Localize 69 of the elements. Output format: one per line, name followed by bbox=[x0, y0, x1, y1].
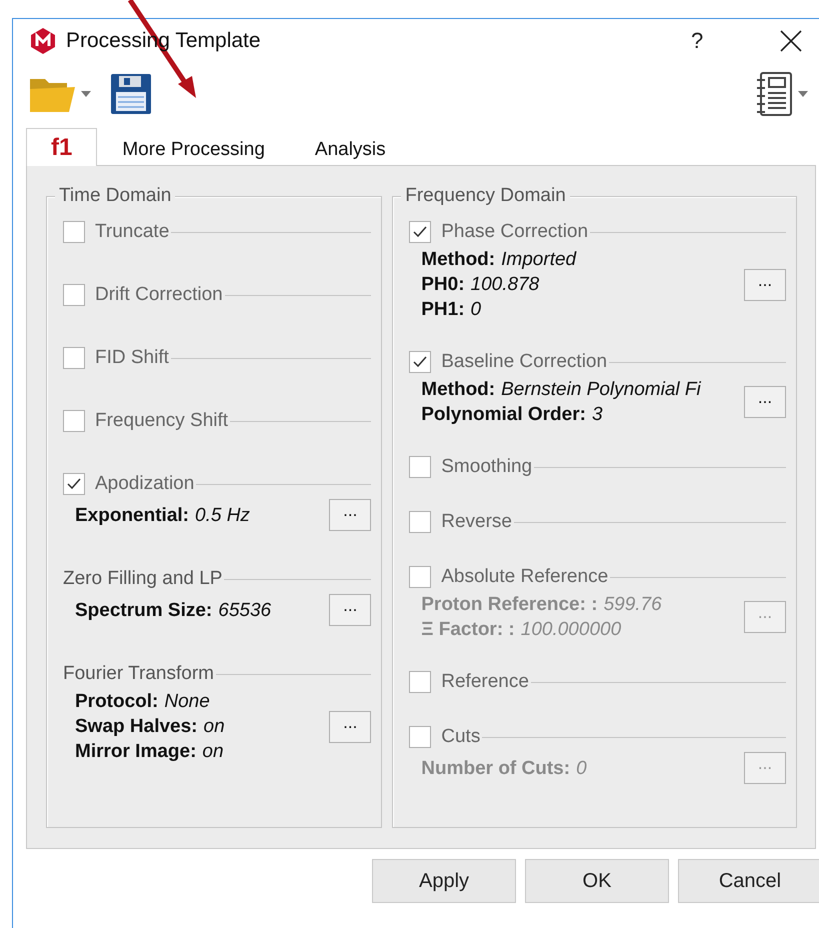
notebook-icon bbox=[756, 72, 794, 116]
dialog-button[interactable]: Apply bbox=[372, 859, 516, 903]
field-label: Spectrum Size: bbox=[75, 600, 212, 620]
tab[interactable]: f1 bbox=[26, 128, 98, 166]
caret-icon bbox=[80, 90, 92, 98]
group-title: Frequency Domain bbox=[401, 185, 570, 207]
checkbox[interactable] bbox=[63, 473, 85, 495]
checkbox[interactable] bbox=[409, 221, 432, 243]
check-icon bbox=[66, 476, 82, 492]
field-label: Swap Halves: bbox=[75, 716, 198, 737]
caret-icon bbox=[797, 90, 809, 98]
check-icon bbox=[412, 224, 428, 240]
field-label: Protocol: bbox=[75, 691, 158, 712]
field-label: PH0: bbox=[421, 274, 465, 295]
checkbox[interactable] bbox=[409, 511, 432, 533]
field-value: 0 bbox=[576, 758, 587, 778]
checkbox-label[interactable]: Baseline Correction bbox=[441, 351, 608, 373]
ellipsis-button[interactable]: ... bbox=[329, 710, 372, 742]
field-value: on bbox=[202, 741, 224, 762]
check-icon bbox=[412, 354, 428, 370]
field-value: Bernstein Polynomial Fi bbox=[501, 379, 701, 400]
ellipsis-button[interactable]: ... bbox=[744, 386, 786, 418]
field-value: 0 bbox=[470, 299, 482, 320]
dialog-button[interactable]: Cancel bbox=[678, 859, 819, 903]
field-value: None bbox=[164, 691, 210, 712]
checkbox[interactable] bbox=[63, 347, 85, 369]
checkbox[interactable] bbox=[409, 671, 432, 693]
field-label: Polynomial Order: bbox=[421, 404, 586, 425]
checkbox[interactable] bbox=[409, 351, 432, 373]
checkbox-label[interactable]: Frequency Shift bbox=[95, 410, 228, 432]
checkbox-label[interactable]: Drift Correction bbox=[95, 284, 223, 306]
field-value: Imported bbox=[501, 249, 576, 270]
field-value: 0.5 Hz bbox=[195, 504, 250, 526]
checkbox-label[interactable]: Truncate bbox=[95, 221, 170, 243]
dialog-button[interactable]: OK bbox=[525, 859, 669, 903]
checkbox-label[interactable]: Smoothing bbox=[441, 456, 532, 478]
field-value: 3 bbox=[592, 404, 603, 425]
ellipsis-button[interactable]: ... bbox=[329, 594, 372, 626]
checkbox-label[interactable]: Reverse bbox=[441, 511, 512, 533]
close-icon bbox=[780, 30, 802, 52]
field-label: Proton Reference: : bbox=[421, 594, 598, 615]
ellipsis-button[interactable]: ... bbox=[744, 268, 786, 300]
group-heading: Fourier Transform bbox=[63, 663, 214, 685]
field-label: Mirror Image: bbox=[75, 741, 196, 762]
field-value: 65536 bbox=[218, 600, 272, 620]
field-value: 100.878 bbox=[470, 274, 540, 295]
notes-button[interactable] bbox=[756, 72, 809, 116]
field-label: PH1: bbox=[421, 299, 465, 320]
checkbox[interactable] bbox=[409, 456, 432, 478]
group-heading: Zero Filling and LP bbox=[63, 568, 222, 590]
app-logo-icon bbox=[30, 27, 56, 55]
field-label: Number of Cuts: bbox=[421, 758, 570, 778]
field-label: Exponential: bbox=[75, 504, 190, 526]
field-value: 100.000000 bbox=[520, 619, 622, 640]
field-label: Ξ Factor: : bbox=[421, 619, 515, 640]
save-button[interactable] bbox=[110, 73, 152, 115]
help-button[interactable]: ? bbox=[691, 28, 751, 54]
checkbox[interactable] bbox=[63, 284, 85, 306]
checkbox-label[interactable]: FID Shift bbox=[95, 347, 169, 369]
checkbox[interactable] bbox=[63, 410, 85, 432]
checkbox[interactable] bbox=[63, 221, 85, 243]
checkbox-label[interactable]: Reference bbox=[441, 671, 529, 693]
checkbox-label[interactable]: Phase Correction bbox=[441, 221, 588, 243]
field-label: Method: bbox=[421, 249, 496, 270]
field-value: on bbox=[204, 716, 225, 737]
checkbox-label[interactable]: Apodization bbox=[95, 473, 194, 495]
ellipsis-button[interactable]: ... bbox=[329, 499, 372, 531]
field-label: Method: bbox=[421, 379, 496, 400]
field-value: 599.76 bbox=[604, 594, 662, 615]
